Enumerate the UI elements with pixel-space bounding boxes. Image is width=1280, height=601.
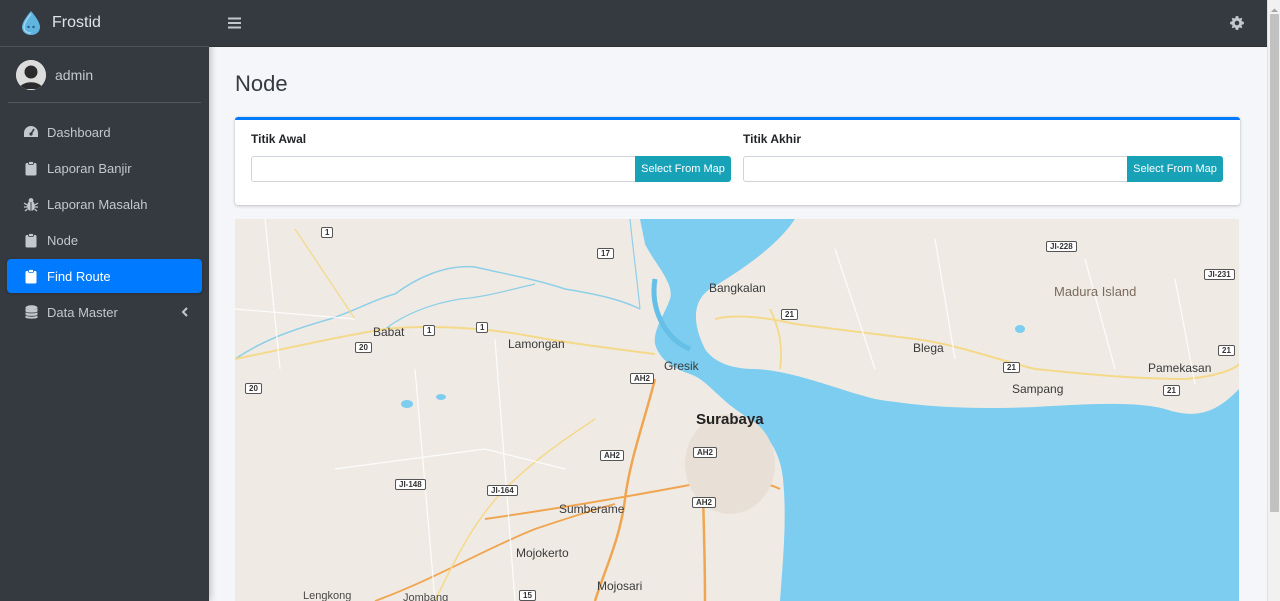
start-select-from-map-button[interactable]: Select From Map <box>635 156 731 182</box>
sidebar-nav: Dashboard Laporan Banjir Laporan Masalah… <box>0 115 209 329</box>
map-label-mojokerto: Mojokerto <box>516 546 569 560</box>
menu-icon[interactable] <box>228 16 242 30</box>
map-label-gresik: Gresik <box>664 359 699 373</box>
road-shield: 21 <box>781 309 798 320</box>
chevron-left-icon <box>180 306 190 318</box>
sidebar-item-label: Dashboard <box>47 124 111 140</box>
map-label-sampang: Sampang <box>1012 382 1064 396</box>
route-form-card: Titik Awal Select From Map Titik Akhir S… <box>235 117 1240 205</box>
road-shield: JI-231 <box>1204 269 1235 280</box>
map-label-babat: Babat <box>373 325 405 339</box>
map-label-blega: Blega <box>913 341 944 355</box>
clipboard-icon <box>22 232 40 248</box>
topbar <box>209 0 1267 47</box>
sidebar-item-node[interactable]: Node <box>7 223 202 257</box>
start-point-input-group: Select From Map <box>251 156 731 182</box>
end-point-input[interactable] <box>743 156 1127 182</box>
bug-icon <box>22 196 40 212</box>
road-shield: 15 <box>519 590 536 601</box>
road-shield: AH2 <box>692 497 717 508</box>
gear-icon[interactable] <box>1230 16 1244 30</box>
map-label-lengkong: Lengkong <box>303 590 352 601</box>
road-shield: 20 <box>355 342 372 353</box>
sidebar-item-label: Laporan Banjir <box>47 160 132 176</box>
road-shield: 21 <box>1218 345 1235 356</box>
database-icon <box>22 304 40 320</box>
clipboard-icon <box>22 268 40 284</box>
tachometer-icon <box>22 124 40 140</box>
start-point-input[interactable] <box>251 156 635 182</box>
map-label-mojosari: Mojosari <box>597 579 643 593</box>
road-shield: AH2 <box>630 373 655 384</box>
start-point-group: Titik Awal Select From Map <box>251 132 731 182</box>
map-label-pamekasan: Pamekasan <box>1148 361 1212 375</box>
sidebar-item-find-route[interactable]: Find Route <box>7 259 202 293</box>
map-label-jombang: Jombang <box>403 592 449 601</box>
avatar <box>16 59 46 90</box>
sidebar-item-dashboard[interactable]: Dashboard <box>7 115 202 149</box>
scrollbar-thumb[interactable] <box>1270 14 1279 512</box>
sidebar-item-label: Laporan Masalah <box>47 196 148 212</box>
road-shield: 21 <box>1163 385 1180 396</box>
road-shield: 1 <box>423 325 436 336</box>
sidebar-item-label: Data Master <box>47 304 118 320</box>
user-panel[interactable]: admin <box>8 47 201 103</box>
brand[interactable]: Frostid <box>0 0 209 47</box>
end-select-from-map-button[interactable]: Select From Map <box>1127 156 1223 182</box>
road-shield: JI-228 <box>1046 241 1077 252</box>
main-content: Node Titik Awal Select From Map Titik Ak… <box>209 47 1267 601</box>
sidebar-item-label: Find Route <box>47 268 111 284</box>
water-drop-icon <box>18 10 44 36</box>
sidebar-item-laporan-banjir[interactable]: Laporan Banjir <box>7 151 202 185</box>
start-point-label: Titik Awal <box>251 132 307 146</box>
road-shield: 17 <box>597 248 614 259</box>
page-scrollbar[interactable] <box>1267 0 1280 601</box>
road-shield: AH2 <box>693 447 718 458</box>
map-label-sumberame: Sumberame <box>559 502 625 516</box>
sidebar: Frostid admin Dashboard Laporan Banjir L… <box>0 0 209 601</box>
map-view[interactable]: Bangkalan Madura Island Babat Lamongan G… <box>235 219 1239 601</box>
map-label-lamongan: Lamongan <box>508 337 565 351</box>
end-point-group: Titik Akhir Select From Map <box>743 132 1223 182</box>
road-shield: AH2 <box>600 450 625 461</box>
sidebar-item-data-master[interactable]: Data Master <box>7 295 202 329</box>
road-shield: 1 <box>476 322 489 333</box>
sidebar-item-label: Node <box>47 232 79 248</box>
user-name: admin <box>55 66 94 83</box>
clipboard-icon <box>22 160 40 176</box>
map-label-surabaya: Surabaya <box>696 411 764 428</box>
map-background <box>235 219 1239 601</box>
sidebar-item-laporan-masalah[interactable]: Laporan Masalah <box>7 187 202 221</box>
map-label-madura: Madura Island <box>1054 284 1137 299</box>
map-label-bangkalan: Bangkalan <box>709 281 766 295</box>
end-point-label: Titik Akhir <box>743 132 802 146</box>
scroll-up-arrow-icon[interactable] <box>1270 2 1279 12</box>
page-title: Node <box>235 71 288 96</box>
road-shield: 21 <box>1003 362 1020 373</box>
end-point-input-group: Select From Map <box>743 156 1223 182</box>
road-shield: 20 <box>245 383 262 394</box>
brand-name: Frostid <box>52 14 101 31</box>
road-shield: 1 <box>321 227 334 238</box>
road-shield: JI-164 <box>487 485 518 496</box>
road-shield: JI-148 <box>395 479 426 490</box>
